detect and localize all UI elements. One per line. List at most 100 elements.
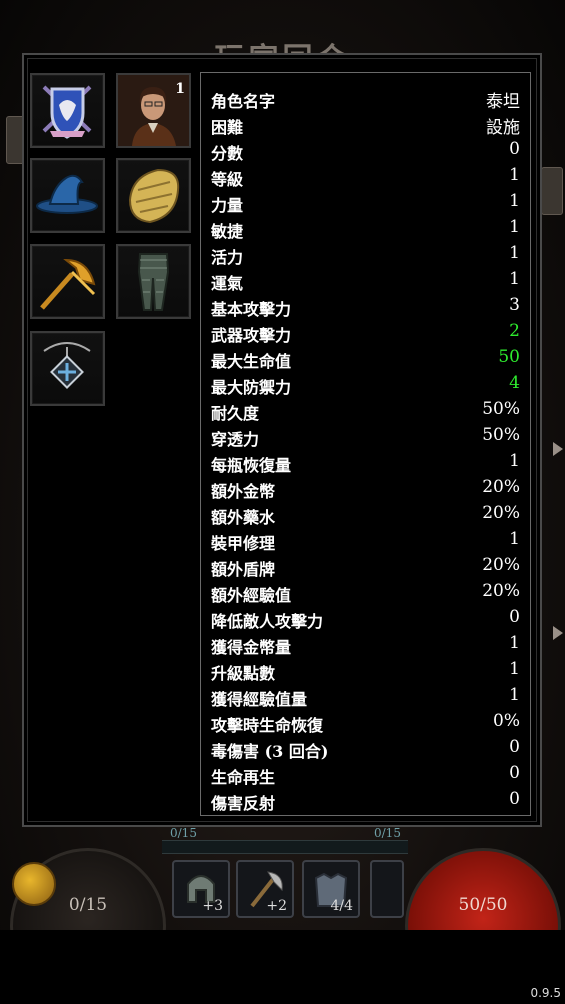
stat-label: 額外盾牌	[211, 560, 276, 579]
stat-label: 額外經驗值	[211, 586, 292, 605]
stat-label: 運氣	[211, 274, 244, 293]
stat-row: 生命再生 0	[211, 761, 520, 787]
stat-row: 敏捷 1	[211, 215, 520, 241]
stat-label: 武器攻擊力	[211, 326, 292, 345]
chevron-right-icon[interactable]	[553, 442, 563, 456]
stat-row: 困難 設施	[211, 111, 520, 138]
stat-value: 1	[509, 269, 520, 289]
stat-label: 最大防禦力	[211, 378, 292, 397]
stat-row: 耐久度 50%	[211, 397, 520, 423]
stat-row: 基本攻擊力 3	[211, 293, 520, 319]
equipment-slot-legs[interactable]	[116, 244, 191, 319]
equipment-slot-class[interactable]	[30, 73, 105, 148]
stat-label: 力量	[211, 196, 244, 215]
stats-table: 角色名字 泰坦 困難 設施 分數 0 等級 1 力量 1 敏捷 1 活力 1 運氣 1 基本攻擊…	[200, 72, 531, 816]
quick-slot-count: 4/4	[330, 898, 353, 914]
stat-row: 毒傷害 (3 回合) 0	[211, 735, 520, 761]
stat-row: 額外藥水 20%	[211, 501, 520, 527]
stat-row: 獲得金幣量 1	[211, 631, 520, 657]
stat-value-highlight: 4	[509, 373, 520, 393]
stat-row: 每瓶恢復量 1	[211, 449, 520, 475]
bottom-hud: 0/15 0/15 0/15 50/50 +3 +2 4/4	[0, 810, 565, 1004]
stat-value: 20%	[482, 477, 520, 497]
equipment-slot-weapon[interactable]	[30, 244, 105, 319]
stat-label: 降低敵人攻擊力	[211, 612, 324, 631]
stat-label: 毒傷害 (3 回合)	[211, 742, 329, 761]
stat-row: 升級點數 1	[211, 657, 520, 683]
stat-row: 活力 1	[211, 241, 520, 267]
stat-label: 困難	[211, 118, 244, 137]
stat-label: 耐久度	[211, 404, 260, 423]
version-label: 0.9.5	[530, 986, 561, 1000]
stat-row: 傷害反射 0	[211, 787, 520, 813]
stat-value: 0	[509, 789, 520, 809]
quick-slot-empty[interactable]	[370, 860, 404, 918]
stat-label: 每瓶恢復量	[211, 456, 292, 475]
quick-slot-axe[interactable]: +2	[236, 860, 294, 918]
stat-label: 傷害反射	[211, 794, 276, 813]
stat-value: 泰坦	[486, 92, 520, 112]
quick-slot-helmet[interactable]: +3	[172, 860, 230, 918]
stat-value: 0%	[493, 711, 520, 731]
stat-value: 1	[509, 165, 520, 185]
stat-row: 最大防禦力 4	[211, 371, 520, 397]
stat-value: 1	[509, 191, 520, 211]
stat-label: 最大生命值	[211, 352, 292, 371]
health-orb-value: 50/50	[458, 895, 508, 915]
portrait-badge: 1	[175, 81, 185, 97]
stat-label: 額外藥水	[211, 508, 276, 527]
stat-value-highlight: 2	[509, 321, 520, 341]
stat-value: 50%	[482, 425, 520, 445]
stat-label: 攻擊時生命恢復	[211, 716, 324, 735]
stat-value: 50%	[482, 399, 520, 419]
stat-value: 1	[509, 451, 520, 471]
stat-label: 分數	[211, 144, 244, 163]
stat-label: 生命再生	[211, 768, 276, 787]
stat-row: 角色名字 泰坦	[211, 85, 520, 112]
stat-value: 0	[509, 763, 520, 783]
right-tab-handle	[541, 167, 563, 215]
stat-value: 20%	[482, 555, 520, 575]
quick-slot-count: +3	[202, 898, 223, 914]
equipment-slot-amulet[interactable]	[30, 331, 105, 406]
stat-label: 裝甲修理	[211, 534, 276, 553]
quick-slot-armor[interactable]: 4/4	[302, 860, 360, 918]
stat-value: 1	[509, 217, 520, 237]
chevron-right-icon[interactable]	[553, 626, 563, 640]
stat-value: 1	[509, 529, 520, 549]
character-portrait-slot[interactable]: 1	[116, 73, 191, 148]
stat-value: 1	[509, 633, 520, 653]
gold-coin-icon[interactable]	[12, 862, 56, 906]
right-bar-counter: 0/15	[374, 826, 401, 840]
stat-value: 1	[509, 243, 520, 263]
stat-value: 1	[509, 685, 520, 705]
chainmail-pants-icon	[137, 253, 170, 311]
stat-value: 設施	[486, 118, 520, 138]
stat-value: 20%	[482, 503, 520, 523]
equipment-slot-head[interactable]	[30, 158, 105, 233]
leather-armor-icon	[128, 168, 180, 224]
stat-value: 1	[509, 659, 520, 679]
stat-label: 基本攻擊力	[211, 300, 292, 319]
experience-bar	[162, 840, 408, 854]
left-bar-counter: 0/15	[170, 826, 197, 840]
stat-row: 等級 1	[211, 163, 520, 189]
stat-value: 3	[509, 295, 520, 315]
stat-row: 穿透力 50%	[211, 423, 520, 449]
stat-label: 額外金幣	[211, 482, 276, 501]
stat-row: 額外金幣 20%	[211, 475, 520, 501]
equipment-slot-body[interactable]	[116, 158, 191, 233]
stat-row: 獲得經驗值量 1	[211, 683, 520, 709]
stat-row: 分數 0	[211, 137, 520, 163]
stat-row: 最大生命值 50	[211, 345, 520, 371]
stat-value: 0	[509, 607, 520, 627]
golden-axe-icon	[40, 258, 96, 310]
stat-value: 0	[509, 737, 520, 757]
stat-row: 裝甲修理 1	[211, 527, 520, 553]
quick-slot-count: +2	[266, 898, 287, 914]
stat-row: 攻擊時生命恢復 0%	[211, 709, 520, 735]
stat-label: 穿透力	[211, 430, 260, 449]
stat-label: 活力	[211, 248, 244, 267]
stat-row: 力量 1	[211, 189, 520, 215]
stat-row: 額外經驗值 20%	[211, 579, 520, 605]
